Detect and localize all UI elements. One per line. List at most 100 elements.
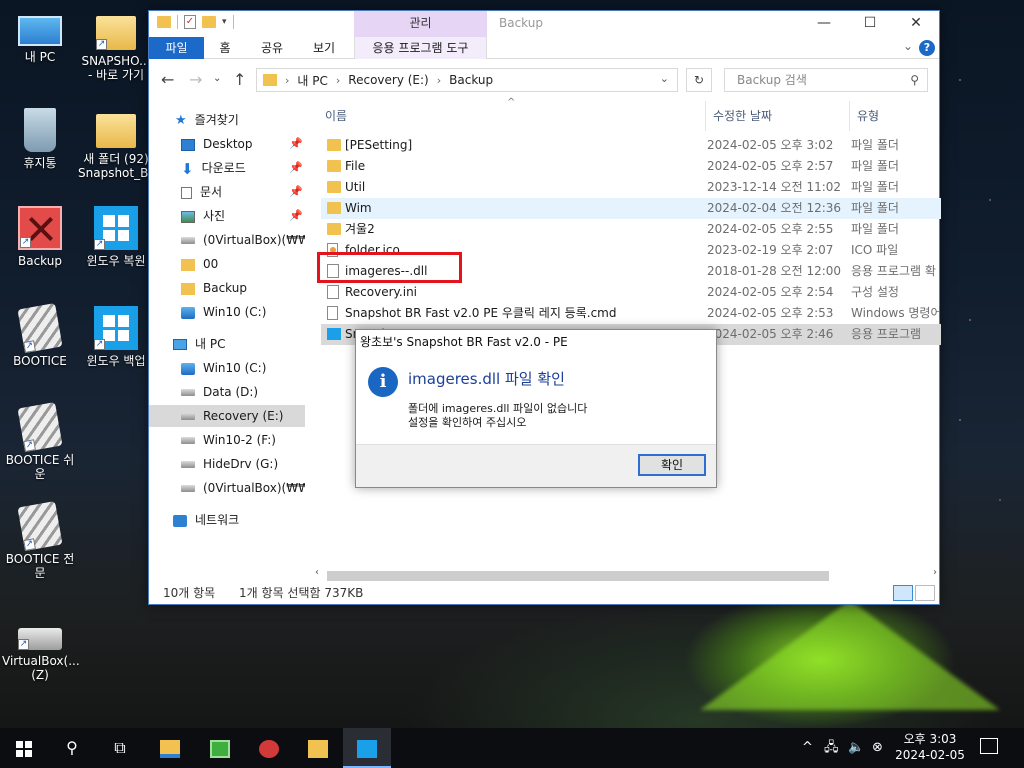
breadcrumb-folder[interactable]: Backup bbox=[449, 73, 493, 87]
recent-dropdown-icon[interactable]: ⌄ bbox=[213, 73, 221, 84]
table-row[interactable]: Wim 2024-02-04 오전 12:36 파일 폴더 bbox=[321, 198, 941, 219]
tab-view[interactable]: 보기 bbox=[307, 37, 341, 59]
taskbar-snapshot-app-icon[interactable] bbox=[343, 728, 391, 768]
details-view-icon[interactable] bbox=[893, 585, 913, 601]
new-folder-icon[interactable] bbox=[202, 16, 216, 28]
folder-icon bbox=[181, 258, 195, 271]
scrollbar-thumb[interactable] bbox=[327, 571, 829, 581]
table-row[interactable]: Recovery.ini 2024-02-05 오후 2:54 구성 설정 bbox=[321, 282, 941, 303]
tab-file[interactable]: 파일 bbox=[149, 37, 204, 59]
nav-desktop[interactable]: Desktop 📌 bbox=[181, 133, 303, 155]
desktop-icon-backup[interactable]: ↗ Backup bbox=[2, 206, 78, 268]
nav-folder-00[interactable]: 00 bbox=[181, 253, 218, 275]
nav-pictures[interactable]: 사진 📌 bbox=[181, 205, 303, 227]
file-date: 2018-01-28 오전 12:00 bbox=[707, 264, 842, 278]
tab-share[interactable]: 공유 bbox=[255, 37, 289, 59]
nav-folder-backup[interactable]: Backup bbox=[181, 277, 247, 299]
chevron-right-icon[interactable]: › bbox=[285, 74, 289, 87]
table-row[interactable]: Snapshot BR Fast v2.0 PE 우클릭 레지 등록.cmd 20… bbox=[321, 303, 941, 324]
nav-data-d[interactable]: Data (D:) bbox=[181, 381, 258, 403]
task-view-icon[interactable]: ⧉ bbox=[96, 728, 144, 768]
desktop-icon-snapshot-shortcut[interactable]: ↗ SNAPSHO... - 바로 가기 bbox=[78, 10, 154, 82]
computer-icon bbox=[173, 339, 187, 350]
nav-downloads[interactable]: ⬇ 다운로드 📌 bbox=[181, 157, 303, 179]
breadcrumb-drive[interactable]: Recovery (E:) bbox=[348, 73, 428, 87]
clock[interactable]: 오후 3:03 2024-02-05 bbox=[892, 731, 968, 763]
volume-icon[interactable]: 🔈 bbox=[848, 728, 864, 768]
refresh-icon[interactable]: ↻ bbox=[686, 68, 712, 92]
bootice-icon: ↗ bbox=[17, 303, 63, 353]
taskbar-partition-tool-icon[interactable] bbox=[196, 728, 244, 768]
back-arrow-icon[interactable]: ← bbox=[161, 70, 174, 89]
tab-home[interactable]: 홈 bbox=[213, 37, 237, 59]
chevron-right-icon[interactable]: › bbox=[336, 74, 340, 87]
forward-arrow-icon[interactable]: → bbox=[189, 70, 202, 89]
expand-ribbon-icon[interactable]: ⌄ bbox=[903, 39, 913, 53]
network-status-icon[interactable]: 🖧 bbox=[824, 728, 839, 768]
nav-win10-c[interactable]: Win10 (C:) bbox=[181, 357, 266, 379]
command-file-icon bbox=[327, 306, 338, 320]
close-icon[interactable]: ✕ bbox=[893, 11, 939, 37]
taskbar-folder-icon[interactable] bbox=[294, 728, 342, 768]
message-dialog: 왕초보's Snapshot BR Fast v2.0 - PE i image… bbox=[355, 329, 717, 488]
large-icons-view-icon[interactable] bbox=[915, 585, 935, 601]
scroll-left-icon[interactable]: ‹ bbox=[315, 567, 319, 578]
taskbar-explorer-icon[interactable] bbox=[146, 728, 194, 768]
up-arrow-icon[interactable]: ↑ bbox=[233, 70, 246, 89]
column-type[interactable]: 유형 bbox=[857, 101, 879, 131]
pictures-icon bbox=[181, 210, 195, 223]
table-row[interactable]: Util 2023-12-14 오전 11:02 파일 폴더 bbox=[321, 177, 941, 198]
column-name[interactable]: 이름 bbox=[325, 101, 347, 131]
desktop-icon-label: 윈도우 백업 bbox=[86, 354, 146, 368]
maximize-icon[interactable]: ☐ bbox=[847, 11, 893, 37]
tab-application-tools[interactable]: 응용 프로그램 도구 bbox=[354, 37, 487, 59]
address-bar[interactable]: › 내 PC › Recovery (E:) › Backup ⌄ bbox=[256, 68, 678, 92]
help-icon[interactable]: ? bbox=[919, 40, 935, 56]
nav-win10-c-quick[interactable]: Win10 (C:) bbox=[181, 301, 266, 323]
desktop-icon-bootice-pro[interactable]: ↗ BOOTICE 전문 bbox=[2, 501, 78, 580]
properties-icon[interactable]: ✓ bbox=[184, 15, 196, 29]
column-modified[interactable]: 수정한 날짜 bbox=[713, 101, 772, 131]
desktop-icon-bootice-easy[interactable]: ↗ BOOTICE 쉬운 bbox=[2, 402, 78, 481]
notification-icon[interactable] bbox=[980, 738, 998, 754]
scroll-right-icon[interactable]: › bbox=[933, 567, 937, 578]
mute-status-icon[interactable]: ⊗ bbox=[872, 728, 883, 768]
nav-hidedrv-g[interactable]: HideDrv (G:) bbox=[181, 453, 278, 475]
table-row[interactable]: 겨울2 2024-02-05 오후 2:55 파일 폴더 bbox=[321, 219, 941, 240]
address-dropdown-icon[interactable]: ⌄ bbox=[660, 72, 669, 85]
search-placeholder: Backup 검색 bbox=[737, 73, 807, 87]
desktop-icon-recycle-bin[interactable]: 휴지통 bbox=[2, 108, 78, 170]
search-taskbar-icon[interactable]: ⚲ bbox=[48, 728, 96, 768]
desktop-icon-bootice[interactable]: ↗ BOOTICE bbox=[2, 303, 78, 368]
customize-toolbar-icon[interactable]: ▾ bbox=[222, 17, 227, 27]
show-hidden-icons-icon[interactable]: ^ bbox=[802, 728, 813, 768]
minimize-icon[interactable]: — bbox=[801, 11, 847, 37]
search-input[interactable]: Backup 검색 ⚲ bbox=[724, 68, 928, 92]
breadcrumb-this-pc[interactable]: 내 PC bbox=[297, 72, 327, 89]
nav-this-pc[interactable]: 내 PC bbox=[173, 333, 225, 355]
recycle-bin-icon bbox=[24, 108, 56, 152]
chevron-right-icon[interactable]: › bbox=[437, 74, 441, 87]
nav-virtualbox-share-2[interactable]: (0VirtualBox)(₩₩VE bbox=[181, 477, 305, 499]
desktop-icon-window-backup[interactable]: ↗ 윈도우 백업 bbox=[78, 306, 154, 368]
folder-icon bbox=[327, 181, 341, 193]
ok-button[interactable]: 확인 bbox=[638, 454, 706, 476]
nav-documents[interactable]: 문서 📌 bbox=[181, 181, 303, 203]
start-button[interactable] bbox=[0, 728, 48, 768]
nav-win10-2-f[interactable]: Win10-2 (F:) bbox=[181, 429, 276, 451]
drive-icon bbox=[181, 413, 195, 420]
desktop-icon-new-folder[interactable]: 새 폴더 (92) Snapshot_B... bbox=[78, 108, 160, 180]
desktop-icon-virtualbox-drive[interactable]: ↗ VirtualBox(... (Z) bbox=[2, 612, 80, 682]
desktop-icon-this-pc[interactable]: 내 PC bbox=[2, 10, 78, 64]
nav-recovery-e[interactable]: Recovery (E:) bbox=[149, 405, 305, 427]
shortcut-arrow-icon: ↗ bbox=[94, 239, 105, 250]
system-drive-icon bbox=[181, 362, 195, 375]
table-row[interactable]: File 2024-02-05 오후 2:57 파일 폴더 bbox=[321, 156, 941, 177]
nav-virtualbox-share[interactable]: (0VirtualBox)(₩₩VE bbox=[181, 229, 305, 251]
table-row[interactable]: [PESetting] 2024-02-05 오후 3:02 파일 폴더 bbox=[321, 135, 941, 156]
taskbar-backup-app-icon[interactable] bbox=[245, 728, 293, 768]
nav-network[interactable]: 네트워크 bbox=[173, 509, 239, 531]
desktop-icon-window-restore[interactable]: ↗ 윈도우 복원 bbox=[78, 206, 154, 268]
nav-quick-access[interactable]: ★ 즐겨찾기 bbox=[175, 109, 239, 131]
dialog-footer: 확인 bbox=[356, 444, 716, 487]
